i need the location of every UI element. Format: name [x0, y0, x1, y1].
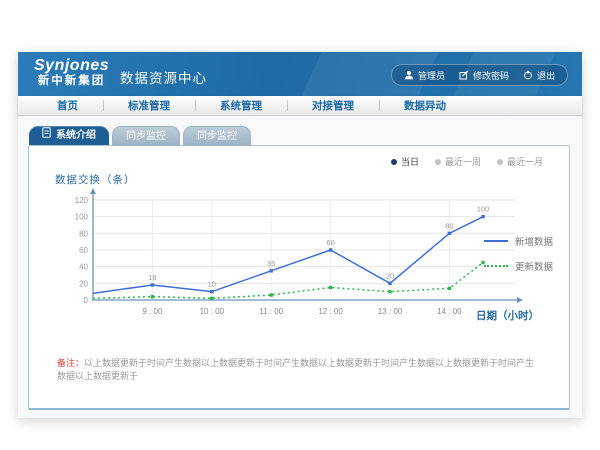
logout-button[interactable]: 退出	[523, 69, 555, 82]
tab-sync-monitor-1[interactable]: 同步监控	[112, 126, 180, 146]
tab-label: 同步监控	[126, 131, 166, 142]
svg-text:120: 120	[75, 196, 89, 205]
change-password-button[interactable]: 修改密码	[459, 69, 509, 82]
nav-item-home[interactable]: 首页	[32, 98, 103, 113]
user-account-button[interactable]: 管理员	[404, 69, 445, 82]
app-window: Synjones 新中新集团 数据资源中心 管理员 修改密码 退出 首页 标准管…	[18, 52, 582, 418]
footnote: 备注：以上数据更新于时间产生数据以上数据更新于时间产生数据以上数据更新于时间产生…	[57, 357, 539, 382]
footnote-text: 以上数据更新于时间产生数据以上数据更新于时间产生数据以上数据更新于时间产生数据以…	[57, 358, 534, 381]
edit-icon	[459, 70, 469, 80]
svg-text:12 : 00: 12 : 00	[318, 307, 343, 316]
tab-label: 同步监控	[197, 131, 237, 142]
svg-text:10 : 00: 10 : 00	[200, 307, 225, 316]
nav-item-system-mgmt[interactable]: 系统管理	[195, 98, 287, 113]
line-chart: 0 20 40 60 80 100 120 9 : 00 10 : 00 11 : 00 12 : …	[53, 186, 525, 326]
logo-text-cn: 新中新集团	[34, 75, 109, 88]
chart-panel: 当日 最近一周 最近一月 数据交换（条） 0 20 40 60 80 100 120 9 : …	[28, 145, 570, 410]
user-icon	[404, 70, 414, 80]
change-password-label: 修改密码	[473, 69, 509, 82]
tab-sync-monitor-2[interactable]: 同步监控	[183, 126, 251, 146]
tab-label: 系统介绍	[56, 126, 96, 145]
svg-text:35: 35	[267, 259, 275, 268]
y-axis-title: 数据交换（条）	[55, 172, 136, 187]
legend-label: 更新数据	[515, 259, 553, 273]
filter-last-month[interactable]: 最近一月	[497, 155, 543, 168]
user-menu: 管理员 修改密码 退出	[391, 64, 568, 86]
svg-text:10: 10	[208, 280, 216, 289]
footnote-prefix: 备注：	[57, 358, 84, 368]
legend-item-new-data: 新增数据	[484, 234, 553, 248]
svg-text:11 : 00: 11 : 00	[259, 307, 283, 316]
filter-last-week[interactable]: 最近一周	[435, 155, 481, 168]
company-logo: Synjones 新中新集团	[34, 57, 109, 87]
svg-text:60: 60	[79, 246, 88, 255]
filter-today[interactable]: 当日	[391, 155, 419, 168]
svg-text:40: 40	[79, 263, 88, 272]
svg-text:80: 80	[79, 229, 88, 238]
radio-dot-icon	[497, 159, 503, 165]
nav-item-standard-mgmt[interactable]: 标准管理	[103, 98, 195, 113]
tab-system-intro[interactable]: 系统介绍	[29, 126, 109, 145]
filter-label: 当日	[401, 155, 419, 168]
radio-dot-icon	[435, 159, 441, 165]
svg-text:18: 18	[148, 273, 156, 282]
time-range-filters: 当日 最近一周 最近一月	[391, 155, 543, 168]
nav-item-data-change[interactable]: 数据异动	[379, 98, 471, 113]
svg-text:100: 100	[477, 205, 490, 214]
svg-text:80: 80	[445, 221, 453, 230]
svg-text:20: 20	[386, 271, 394, 280]
svg-text:13 : 00: 13 : 00	[378, 307, 403, 316]
radio-dot-icon	[391, 159, 397, 165]
svg-text:14 : 00: 14 : 00	[437, 307, 462, 316]
legend-item-updated-data: 更新数据	[484, 259, 553, 273]
nav-item-interface-mgmt[interactable]: 对接管理	[287, 98, 379, 113]
filter-label: 最近一周	[445, 155, 481, 168]
app-header: Synjones 新中新集团 数据资源中心 管理员 修改密码 退出	[18, 52, 582, 96]
legend-label: 新增数据	[515, 234, 553, 248]
svg-text:9 : 00: 9 : 00	[142, 307, 163, 316]
user-name-label: 管理员	[418, 69, 445, 82]
power-icon	[523, 70, 533, 80]
logo-text-en: Synjones	[34, 57, 109, 75]
page-title: 数据资源中心	[120, 67, 207, 87]
chart-legend: 新增数据 更新数据	[484, 234, 553, 284]
main-nav: 首页 标准管理 系统管理 对接管理 数据异动	[18, 96, 582, 116]
svg-text:60: 60	[326, 238, 334, 247]
content-area: 系统介绍 同步监控 同步监控 当日 最近一周	[18, 116, 582, 418]
tab-bar: 系统介绍 同步监控 同步监控	[29, 126, 251, 146]
svg-text:0: 0	[84, 296, 89, 305]
x-axis-title: 日期（小时）	[476, 308, 539, 323]
dotted-line-icon	[484, 265, 508, 267]
logout-label: 退出	[537, 69, 555, 82]
document-icon	[42, 126, 51, 145]
svg-text:20: 20	[79, 279, 88, 288]
filter-label: 最近一月	[507, 155, 543, 168]
solid-line-icon	[484, 240, 508, 242]
svg-text:100: 100	[75, 213, 89, 222]
